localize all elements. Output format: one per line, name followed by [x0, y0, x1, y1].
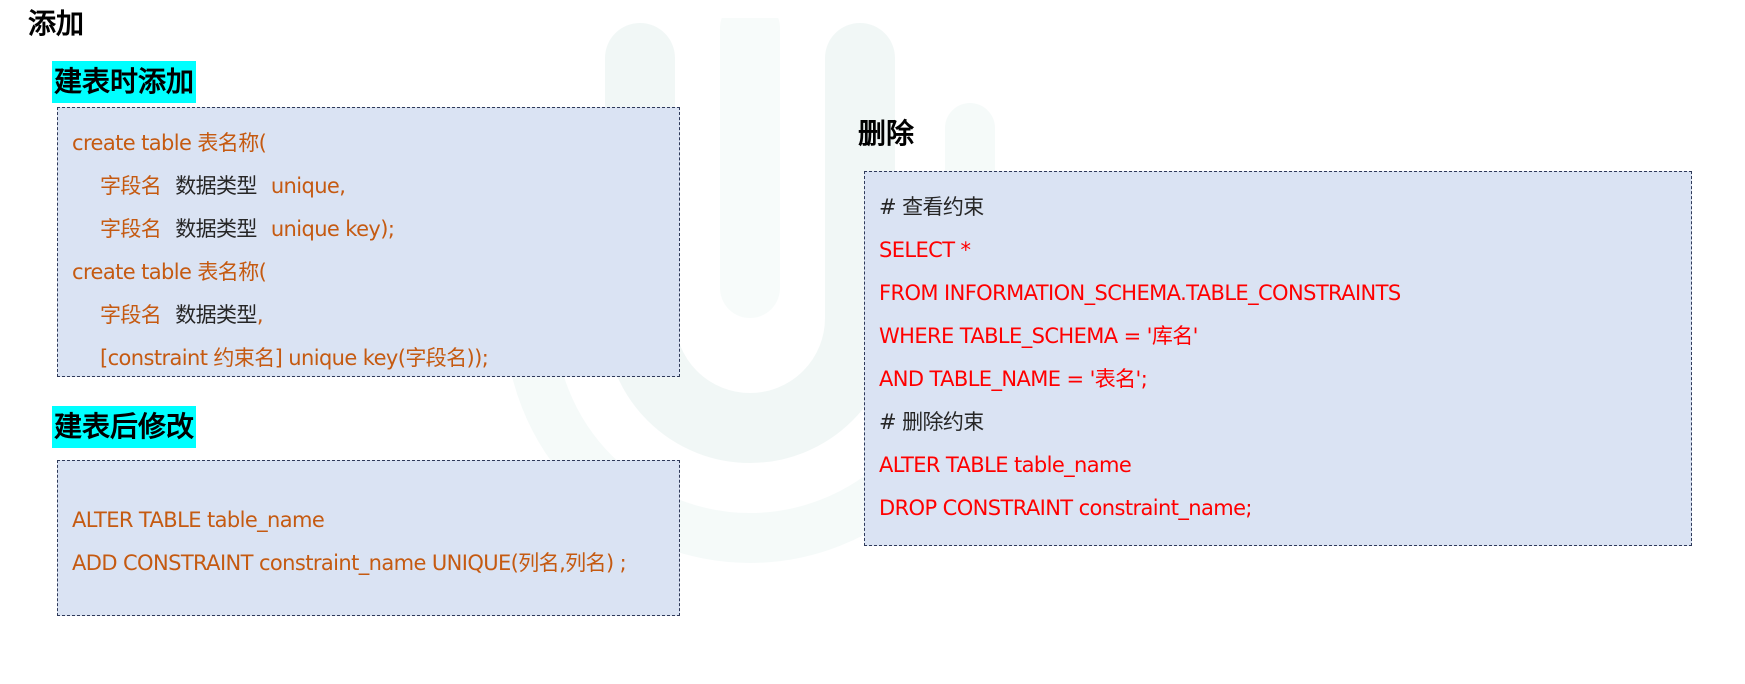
code-line: WHERE TABLE_SCHEMA = '库名' — [879, 324, 1198, 348]
code-line: create table 表名称( — [72, 260, 267, 284]
code-line: SELECT * — [879, 238, 971, 262]
code-line: 字段名 数据类型, — [100, 303, 263, 327]
code-block-alter-unique: ALTER TABLE table_name ADD CONSTRAINT co… — [57, 460, 680, 616]
code-line: 字段名 数据类型 unique key); — [100, 217, 395, 241]
section-heading-delete: 删除 — [858, 117, 915, 150]
code-line: AND TABLE_NAME = '表名'; — [879, 367, 1148, 391]
code-line: [constraint 约束名] unique key(字段名)); — [100, 346, 489, 370]
code-block-delete-constraint: # 查看约束 SELECT * FROM INFORMATION_SCHEMA.… — [864, 171, 1692, 546]
page-title: 添加 — [28, 7, 85, 40]
code-line: ALTER TABLE table_name — [72, 508, 325, 532]
code-comment: # 查看约束 — [879, 195, 984, 219]
code-line: create table 表名称( — [72, 131, 267, 155]
code-line: FROM INFORMATION_SCHEMA.TABLE_CONSTRAINT… — [879, 281, 1401, 305]
code-line: DROP CONSTRAINT constraint_name; — [879, 496, 1252, 520]
code-line: ALTER TABLE table_name — [879, 453, 1132, 477]
code-block-create-unique: create table 表名称( 字段名 数据类型 unique, 字段名 数据类型… — [57, 107, 680, 377]
code-comment: # 删除约束 — [879, 410, 984, 434]
code-line: ADD CONSTRAINT constraint_name UNIQUE(列名… — [72, 551, 627, 575]
code-line: 字段名 数据类型 unique, — [100, 174, 346, 198]
section-heading-after-create: 建表后修改 — [52, 406, 197, 448]
section-heading-on-create: 建表时添加 — [52, 61, 197, 103]
